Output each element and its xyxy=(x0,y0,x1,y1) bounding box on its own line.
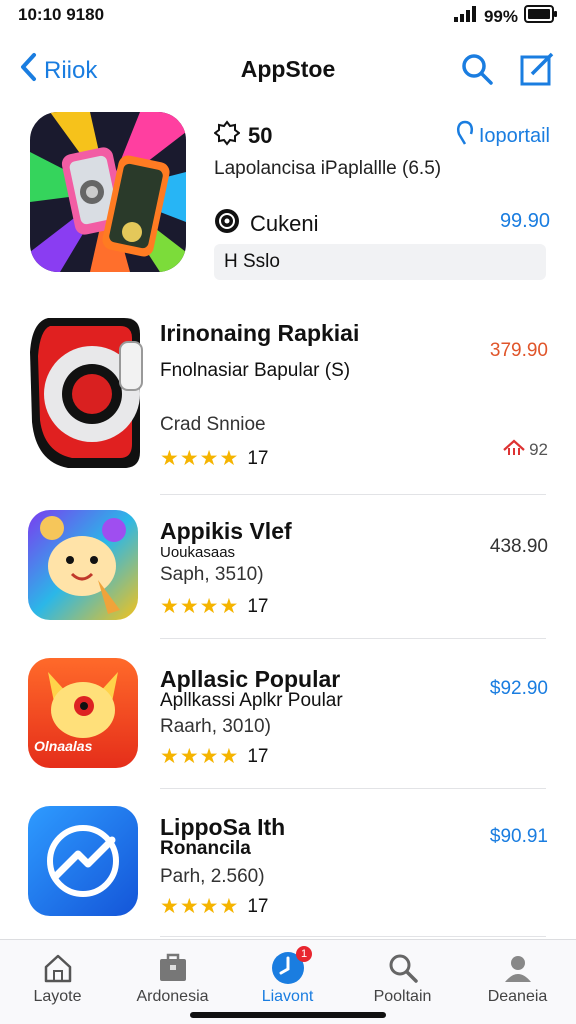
featured-app-info: 50 Ioportail Lapolancisa iPaplallle (6.5… xyxy=(213,112,550,282)
tab-pooltain[interactable]: Pooltain xyxy=(345,948,460,1006)
featured-subtitle: Lapolancisa iPaplallle (6.5) xyxy=(214,158,442,179)
battery-percent: 99% xyxy=(483,6,518,26)
tab-label: Pooltain xyxy=(373,988,432,1005)
signal-icon xyxy=(453,6,478,27)
app-icon[interactable] xyxy=(28,312,144,472)
notification-badge: 1 xyxy=(296,946,312,962)
rating-count: 17 xyxy=(247,895,269,917)
app-name: Apllasic Popular xyxy=(160,666,341,692)
featured-rating: 50 xyxy=(213,120,273,152)
app-extra-value: 92 xyxy=(529,439,548,459)
app-icon[interactable]: Olnaalas xyxy=(28,658,138,768)
rating-count: 17 xyxy=(247,447,269,469)
status-indicators: 99% xyxy=(453,5,558,28)
list-item[interactable]: Appikis Vlef Uoukasaas Saph, 3510) ★★★★ … xyxy=(28,510,548,622)
featured-rating-value: 50 xyxy=(248,123,273,148)
home-icon xyxy=(0,948,115,988)
compose-button[interactable] xyxy=(520,52,554,91)
star-icons: ★★★★ xyxy=(160,895,240,918)
tab-label: Ardonesia xyxy=(136,988,209,1005)
app-meta: Parh, 2.560) xyxy=(160,866,265,887)
search-button[interactable] xyxy=(460,52,494,91)
status-time: 10:10 9180 xyxy=(18,5,105,24)
app-icon[interactable] xyxy=(28,510,138,620)
app-meta: Crad Snnioe xyxy=(160,414,266,435)
app-icon[interactable] xyxy=(28,806,138,916)
app-rating: ★★★★ 17 xyxy=(160,446,268,471)
list-item[interactable]: Olnaalas Apllasic Popular Apllkassi Aplk… xyxy=(28,658,548,770)
star-icons: ★★★★ xyxy=(160,447,240,470)
app-price[interactable]: $92.90 xyxy=(490,678,548,700)
app-extra: 92 xyxy=(503,438,548,461)
app-price[interactable]: 438.90 xyxy=(490,536,548,558)
tab-ardonesia[interactable]: Ardonesia xyxy=(115,948,230,1006)
divider xyxy=(160,638,546,639)
app-meta: Saph, 3510) xyxy=(160,564,264,585)
app-price[interactable]: 379.90 xyxy=(490,340,548,362)
tab-label: Liavont xyxy=(261,988,314,1005)
star-icons: ★★★★ xyxy=(160,595,240,618)
tab-label: Deaneia xyxy=(487,988,548,1005)
app-subtitle: Apllkassi Aplkr Poular xyxy=(160,690,343,711)
search-icon xyxy=(345,948,460,988)
link-icon xyxy=(455,120,475,152)
navigation-bar: Riiok AppStoe xyxy=(0,44,576,94)
tent-icon xyxy=(503,438,525,461)
status-bar: 10:10 9180 99% xyxy=(0,0,576,30)
clock-icon: 1 xyxy=(230,946,345,988)
app-price[interactable]: $90.91 xyxy=(490,826,548,848)
profile-icon xyxy=(460,948,575,988)
featured-link[interactable]: Ioportail xyxy=(455,120,550,152)
tab-layote[interactable]: Layote xyxy=(0,948,115,1006)
app-name: Appikis Vlef xyxy=(160,518,292,544)
battery-icon xyxy=(524,5,558,28)
featured-owner-name: Cukeni xyxy=(250,211,319,236)
divider xyxy=(160,788,546,789)
divider xyxy=(160,936,546,937)
app-subtitle: Ronancila xyxy=(160,838,251,859)
app-subtitle: Fnolnasiar Bapular (S) xyxy=(160,360,351,381)
app-subtitle: Uoukasaas xyxy=(160,544,236,561)
featured-app[interactable]: 50 Ioportail Lapolancisa iPaplallle (6.5… xyxy=(30,112,550,282)
search-icon xyxy=(460,54,494,90)
rating-count: 17 xyxy=(247,595,269,617)
tab-label: Layote xyxy=(33,988,82,1005)
featured-app-icon[interactable] xyxy=(30,112,186,272)
app-name: Irinonaing Rapkiai xyxy=(160,320,360,346)
list-item[interactable]: LippoSa Ith Ronancila Parh, 2.560) ★★★★ … xyxy=(28,806,548,918)
app-rating: ★★★★ 17 xyxy=(160,744,268,769)
app-rating: ★★★★ 17 xyxy=(160,894,268,919)
home-indicator[interactable] xyxy=(190,1012,386,1018)
featured-price[interactable]: 99.90 xyxy=(500,210,550,233)
divider xyxy=(160,494,546,495)
app-meta: Raarh, 3010) xyxy=(160,716,271,737)
featured-link-label: Ioportail xyxy=(478,124,550,147)
featured-owner: Cukeni xyxy=(214,208,318,240)
star-icons: ★★★★ xyxy=(160,745,240,768)
app-icon-text: Olnaalas xyxy=(34,738,93,754)
app-name: LippoSa Ith xyxy=(160,814,286,840)
briefcase-icon xyxy=(115,948,230,988)
rating-count: 17 xyxy=(247,745,269,767)
badge-icon xyxy=(213,120,241,152)
tab-deaneia[interactable]: Deaneia xyxy=(460,948,575,1006)
tab-liavont[interactable]: 1 Liavont xyxy=(230,946,345,1006)
app-rating: ★★★★ 17 xyxy=(160,594,268,619)
owner-logo-icon xyxy=(214,208,240,240)
featured-tag: H Sslo xyxy=(214,244,546,280)
tab-bar: Layote Ardonesia 1 Liavont Pooltain Dean… xyxy=(0,939,576,1024)
compose-icon xyxy=(520,52,554,90)
list-item[interactable]: Irinonaing Rapkiai Fnolnasiar Bapular (S… xyxy=(28,312,548,472)
